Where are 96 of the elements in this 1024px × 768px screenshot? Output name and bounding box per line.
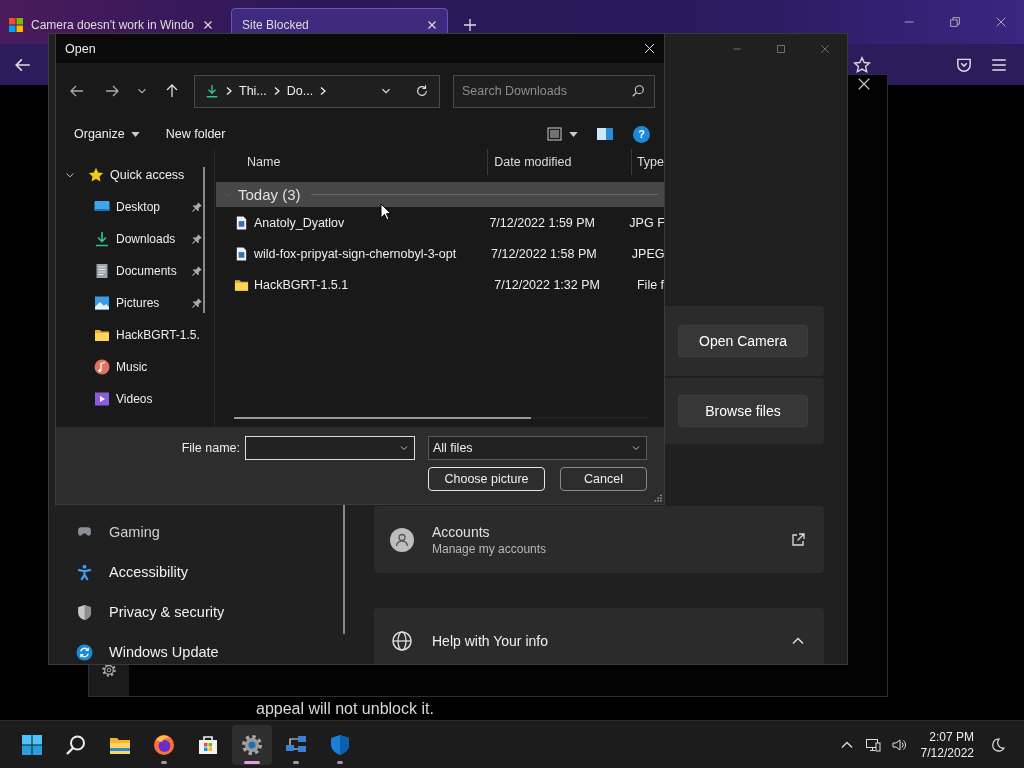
download-icon [205, 83, 219, 99]
search-field[interactable]: Search Downloads [453, 74, 655, 108]
address-bar[interactable]: Thi... Do... [194, 74, 440, 108]
open-camera-button[interactable]: Open Camera [678, 325, 808, 357]
browse-files-button[interactable]: Browse files [678, 395, 808, 427]
gear-icon [240, 732, 264, 757]
file-name[interactable]: Anatoly_Dyatlov [254, 215, 345, 230]
restore-icon[interactable] [948, 15, 962, 29]
dialog-title: Open [65, 41, 97, 56]
close-icon[interactable] [857, 77, 871, 91]
folder-icon [94, 327, 110, 343]
pointer-cursor-icon [380, 203, 392, 221]
shield-icon [328, 732, 352, 757]
settings-nav-item[interactable]: Windows Update [49, 632, 344, 664]
organize-button[interactable]: Organize [68, 123, 146, 145]
firefox-icon [152, 732, 176, 757]
column-header[interactable]: Date modified [487, 149, 631, 175]
back-arrow-icon[interactable] [69, 83, 85, 99]
notice-text: appeal will not unblock it. [256, 700, 434, 717]
pictures-icon [94, 295, 110, 311]
accounts-title: Accounts [432, 523, 491, 540]
help-button[interactable]: ? [633, 125, 650, 143]
breadcrumb[interactable]: Thi... [239, 84, 267, 98]
pin-icon [191, 201, 203, 213]
star-icon [88, 167, 104, 183]
column-header[interactable]: Type [630, 149, 664, 175]
column-header[interactable]: Name [216, 149, 488, 175]
pin-icon [191, 233, 203, 245]
file-name-label: File name: [181, 441, 240, 455]
new-tab-icon[interactable] [462, 17, 479, 33]
file-name[interactable]: HackBGRT-1.5.1 [254, 277, 349, 292]
settings-nav-item[interactable]: Gaming [49, 512, 344, 552]
gear-icon[interactable] [101, 662, 117, 678]
maximize-icon[interactable] [775, 43, 787, 55]
resize-grip-icon[interactable] [653, 493, 662, 502]
nav-item[interactable]: HackBGRT-1.5. [56, 319, 214, 351]
taskbar-app-button[interactable] [232, 724, 272, 765]
caret-icon[interactable] [569, 131, 578, 137]
clock-time: 2:07 PM [929, 728, 974, 745]
file-type: JPG F [628, 215, 664, 230]
image-file-icon [234, 214, 249, 231]
clock-date: 7/12/2022 [920, 744, 974, 761]
start-icon [20, 732, 44, 757]
pin-icon [191, 265, 203, 277]
nav-item[interactable]: Desktop [56, 191, 214, 223]
nav-item[interactable]: Music [56, 351, 214, 383]
external-link-icon [790, 531, 806, 548]
list-view-icon[interactable] [546, 126, 563, 142]
preview-pane-icon[interactable] [596, 126, 614, 142]
download-icon [94, 231, 110, 247]
windows-logo-icon [8, 17, 24, 33]
settings-nav-item[interactable]: Accessibility [49, 552, 344, 592]
file-type-dropdown[interactable]: All files [428, 436, 647, 460]
new-folder-button[interactable]: New folder [159, 123, 232, 145]
settings-nav-item[interactable]: Privacy & security [49, 592, 344, 632]
scrollbar[interactable] [203, 167, 205, 313]
video-icon [94, 391, 110, 407]
globe-icon [390, 629, 414, 653]
document-icon [94, 263, 110, 279]
help-card[interactable]: Help with Your info [374, 608, 824, 664]
nav-item[interactable]: Pictures [56, 287, 214, 319]
shield-icon [76, 603, 93, 621]
accounts-subtitle: Manage my accounts [432, 541, 548, 556]
file-date: 7/12/2022 1:58 PM [490, 246, 598, 261]
file-type: File f [635, 277, 664, 292]
choose-picture-button[interactable]: Choose picture [428, 467, 545, 491]
file-type: JPEG [630, 246, 664, 261]
group-header[interactable]: Today (3) [216, 182, 664, 207]
pin-icon [191, 297, 203, 309]
scrollbar[interactable] [234, 417, 531, 419]
help-title: Help with Your info [432, 633, 549, 649]
accessibility-icon [76, 563, 93, 581]
nav-item[interactable]: Videos [56, 383, 214, 415]
file-date: 7/12/2022 1:59 PM [488, 215, 597, 230]
music-icon [94, 359, 110, 375]
breadcrumb[interactable]: Do... [286, 84, 314, 98]
file-date: 7/12/2022 1:32 PM [493, 277, 601, 292]
speaker-icon[interactable] [890, 736, 907, 753]
nav-item[interactable]: Quick access [56, 159, 214, 191]
avatar-icon [390, 527, 414, 552]
nav-item[interactable]: Downloads [56, 223, 214, 255]
file-name-field[interactable] [245, 436, 415, 460]
file-name[interactable]: wild-fox-pripyat-sign-chernobyl-3-opt [254, 246, 457, 261]
update-icon [76, 643, 93, 661]
image-file-icon [234, 245, 249, 262]
forward-arrow-icon[interactable] [104, 83, 120, 99]
monitor-icon[interactable] [864, 736, 881, 753]
star-icon[interactable] [853, 55, 871, 74]
nav-item[interactable]: Documents [56, 255, 214, 287]
up-arrow-icon[interactable] [164, 83, 180, 99]
accounts-card[interactable]: Accounts Manage my accounts [374, 506, 824, 573]
moon-icon[interactable] [990, 736, 1006, 753]
cancel-button[interactable]: Cancel [560, 467, 647, 491]
caret-icon [130, 131, 140, 137]
search-icon [631, 83, 645, 98]
refresh-icon[interactable] [415, 84, 429, 98]
